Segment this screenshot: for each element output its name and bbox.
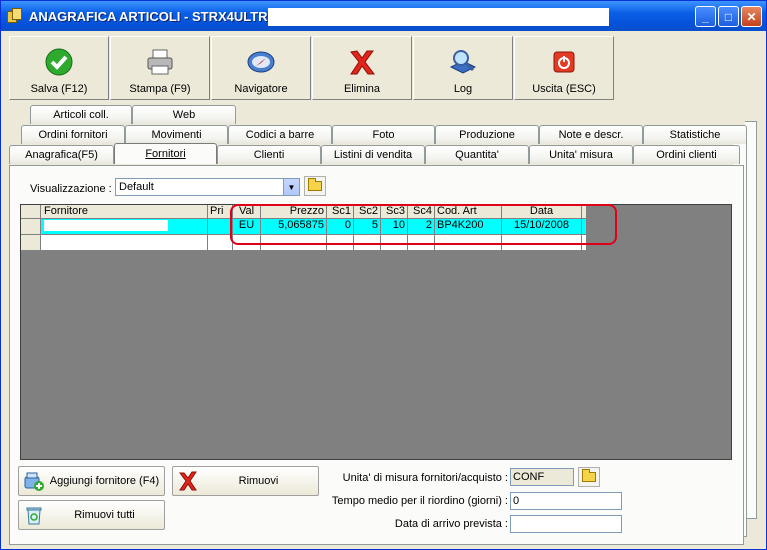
- exit-button[interactable]: Uscita (ESC): [514, 36, 614, 100]
- uom-folder-button[interactable]: [578, 467, 600, 487]
- tab-note-descr[interactable]: Note e descr.: [539, 125, 643, 144]
- toolbar: Salva (F12) Stampa (F9) Navigatore Elimi…: [9, 36, 615, 100]
- title-field: [268, 8, 609, 26]
- tab-clienti[interactable]: Clienti: [217, 145, 321, 164]
- exit-label: Uscita (ESC): [532, 83, 596, 95]
- add-supplier-button[interactable]: Aggiungi fornitore (F4): [18, 466, 165, 496]
- highlight-annotation: [230, 204, 617, 245]
- visualizzazione-value: Default: [119, 181, 154, 193]
- navigator-button[interactable]: Navigatore: [211, 36, 311, 100]
- reorder-time-input[interactable]: 0: [510, 492, 622, 510]
- power-icon: [549, 47, 579, 77]
- app-icon: [7, 8, 23, 24]
- title-bar[interactable]: ANAGRAFICA ARTICOLI - STRX4ULTRA - _ □ ✕: [1, 1, 766, 31]
- save-button[interactable]: Salva (F12): [9, 36, 109, 100]
- visualizzazione-label: Visualizzazione :: [30, 183, 112, 195]
- tab-codici-a-barre[interactable]: Codici a barre: [228, 125, 332, 144]
- folder-icon: [308, 178, 322, 191]
- tab-articoli-coll[interactable]: Articoli coll.: [30, 105, 132, 124]
- cell-fornitore[interactable]: [41, 219, 208, 234]
- visualizzazione-folder-button[interactable]: [304, 176, 326, 196]
- tab-web[interactable]: Web: [132, 105, 236, 124]
- delete-label: Elimina: [343, 83, 381, 95]
- tab-foto[interactable]: Foto: [332, 125, 435, 144]
- col-fornitore[interactable]: Fornitore: [41, 205, 208, 218]
- tab-listini-di-vendita[interactable]: Listini di vendita: [321, 145, 425, 164]
- add-supplier-icon: [23, 470, 45, 492]
- tab-control: Articoli coll. Web Ordini fornitori Movi…: [7, 105, 758, 545]
- uom-label: Unita' di misura fornitori/acquisto :: [342, 472, 508, 484]
- compass-icon: [246, 47, 276, 77]
- chevron-down-icon[interactable]: ▼: [283, 179, 299, 195]
- tab-statistiche[interactable]: Statistiche: [643, 125, 747, 144]
- tab-quantita[interactable]: Quantita': [425, 145, 529, 164]
- arrival-date-input[interactable]: [510, 515, 622, 533]
- remove-all-label: Rimuovi tutti: [74, 509, 135, 521]
- fornitore-editor[interactable]: [44, 220, 168, 231]
- recycle-bin-icon: [23, 504, 45, 526]
- reorder-time-label: Tempo medio per il riordino (giorni) :: [331, 495, 508, 507]
- log-button[interactable]: Log: [413, 36, 513, 100]
- close-button[interactable]: ✕: [741, 6, 762, 27]
- tab-produzione[interactable]: Produzione: [435, 125, 539, 144]
- printer-icon: [145, 47, 175, 77]
- tab-anagrafica[interactable]: Anagrafica(F5): [9, 145, 114, 164]
- log-search-icon: [448, 47, 478, 77]
- visualizzazione-select[interactable]: Default ▼: [115, 178, 300, 196]
- main-window: ANAGRAFICA ARTICOLI - STRX4ULTRA - _ □ ✕…: [0, 0, 767, 550]
- tab-ordini-fornitori[interactable]: Ordini fornitori: [21, 125, 125, 144]
- add-supplier-label: Aggiungi fornitore (F4): [49, 475, 160, 487]
- save-label: Salva (F12): [30, 83, 88, 95]
- delete-button[interactable]: Elimina: [312, 36, 412, 100]
- tab-fornitori[interactable]: Fornitori: [114, 143, 217, 164]
- remove-all-button[interactable]: Rimuovi tutti: [18, 500, 165, 530]
- log-label: Log: [453, 83, 473, 95]
- folder-icon: [582, 469, 596, 482]
- check-icon: [44, 47, 74, 77]
- maximize-button[interactable]: □: [718, 6, 739, 27]
- tab-unita-misura[interactable]: Unita' misura: [529, 145, 633, 164]
- tab-ordini-clienti[interactable]: Ordini clienti: [633, 145, 740, 164]
- uom-field[interactable]: CONF: [510, 468, 574, 486]
- delete-x-icon: [347, 47, 377, 77]
- window-title: ANAGRAFICA ARTICOLI - STRX4ULTRA -: [29, 8, 285, 24]
- arrival-date-label: Data di arrivo prevista :: [394, 518, 508, 530]
- print-button[interactable]: Stampa (F9): [110, 36, 210, 100]
- navigator-label: Navigatore: [234, 83, 288, 95]
- print-label: Stampa (F9): [129, 83, 191, 95]
- remove-x-icon: [177, 470, 199, 492]
- tab-movimenti[interactable]: Movimenti: [125, 125, 228, 144]
- minimize-button[interactable]: _: [695, 6, 716, 27]
- tab-fornitori-label: Fornitori: [145, 148, 186, 160]
